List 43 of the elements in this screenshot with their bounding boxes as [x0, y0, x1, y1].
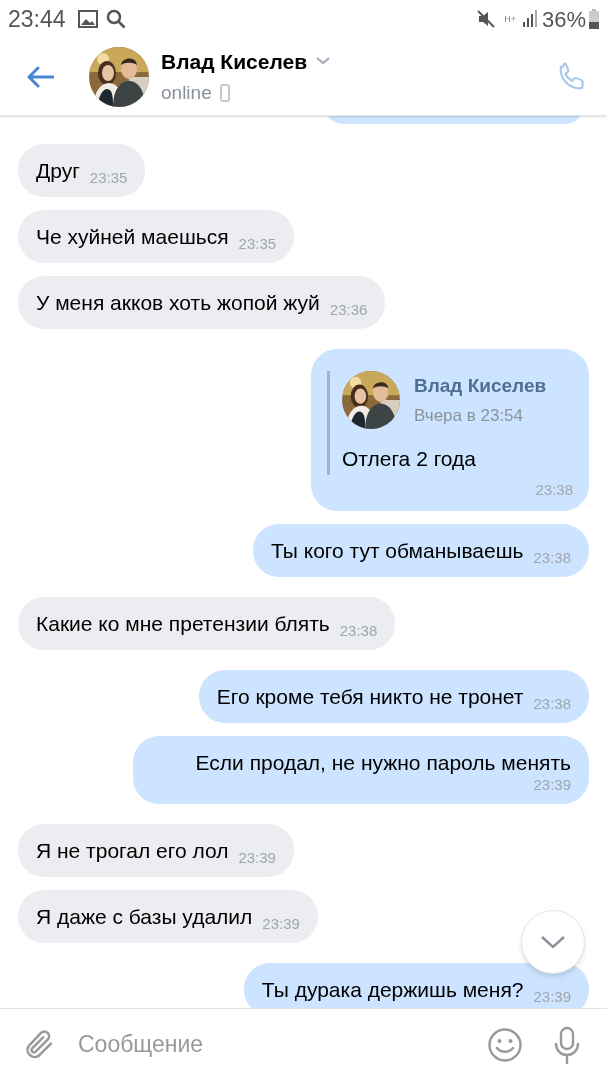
message-time: 23:35: [238, 235, 277, 253]
message-text: Друг: [36, 158, 80, 184]
network-type: H+: [504, 14, 516, 24]
chevron-down-icon: [315, 56, 332, 67]
message-text: Какие ко мне претензии блять: [36, 611, 330, 637]
presence-status: online: [161, 81, 212, 105]
message-text: Я не трогал его лол: [36, 838, 229, 864]
message-text: Че хуйней маешься: [36, 224, 229, 250]
clock: 23:44: [8, 4, 66, 34]
back-arrow-icon: [26, 65, 54, 88]
chevron-down-icon: [540, 935, 566, 949]
contact-name: Влад Киселев: [161, 48, 308, 75]
message-time: 23:39: [533, 988, 571, 1006]
message-time: 23:39: [533, 776, 571, 794]
message-text: Я даже с базы удалил: [36, 904, 253, 930]
message-time: 23:38: [533, 549, 571, 567]
message-time: 23:39: [238, 849, 276, 867]
message-text: Ты кого тут обманываешь: [270, 538, 524, 564]
signal-icon: [521, 10, 538, 28]
message-time: 23:36: [329, 301, 368, 319]
forward-date: Вчера в 23:54: [414, 404, 524, 427]
emoji-icon[interactable]: [487, 1026, 523, 1063]
message-text: Отлега 2 года: [342, 446, 477, 472]
battery-percent: 36%: [541, 5, 586, 34]
mute-icon: [476, 9, 497, 29]
phone-device-icon: [219, 84, 230, 103]
message-time: 23:38: [339, 622, 378, 640]
microphone-icon[interactable]: [553, 1025, 581, 1064]
search-icon: [105, 9, 126, 29]
message-text: У меня акков хоть жопой жуй: [36, 290, 320, 316]
image-icon: [77, 10, 98, 28]
message-time: 23:38: [533, 695, 571, 713]
message-text: Его кроме тебя никто не тронет: [216, 684, 524, 710]
battery-icon: [589, 9, 599, 29]
author-name: Влад Киселев: [414, 374, 547, 398]
scroll-down-button[interactable]: [521, 910, 585, 974]
message-time: 23:38: [535, 479, 573, 500]
message-text: Если продал, не нужно пароль менять: [195, 750, 571, 776]
message-text: Ты дурака держишь меня?: [261, 977, 524, 1003]
message-input[interactable]: Сообщение: [78, 1019, 487, 1070]
author-avatar: [342, 371, 400, 429]
message-time: 23:35: [89, 169, 128, 187]
message-time: 23:39: [262, 915, 300, 933]
